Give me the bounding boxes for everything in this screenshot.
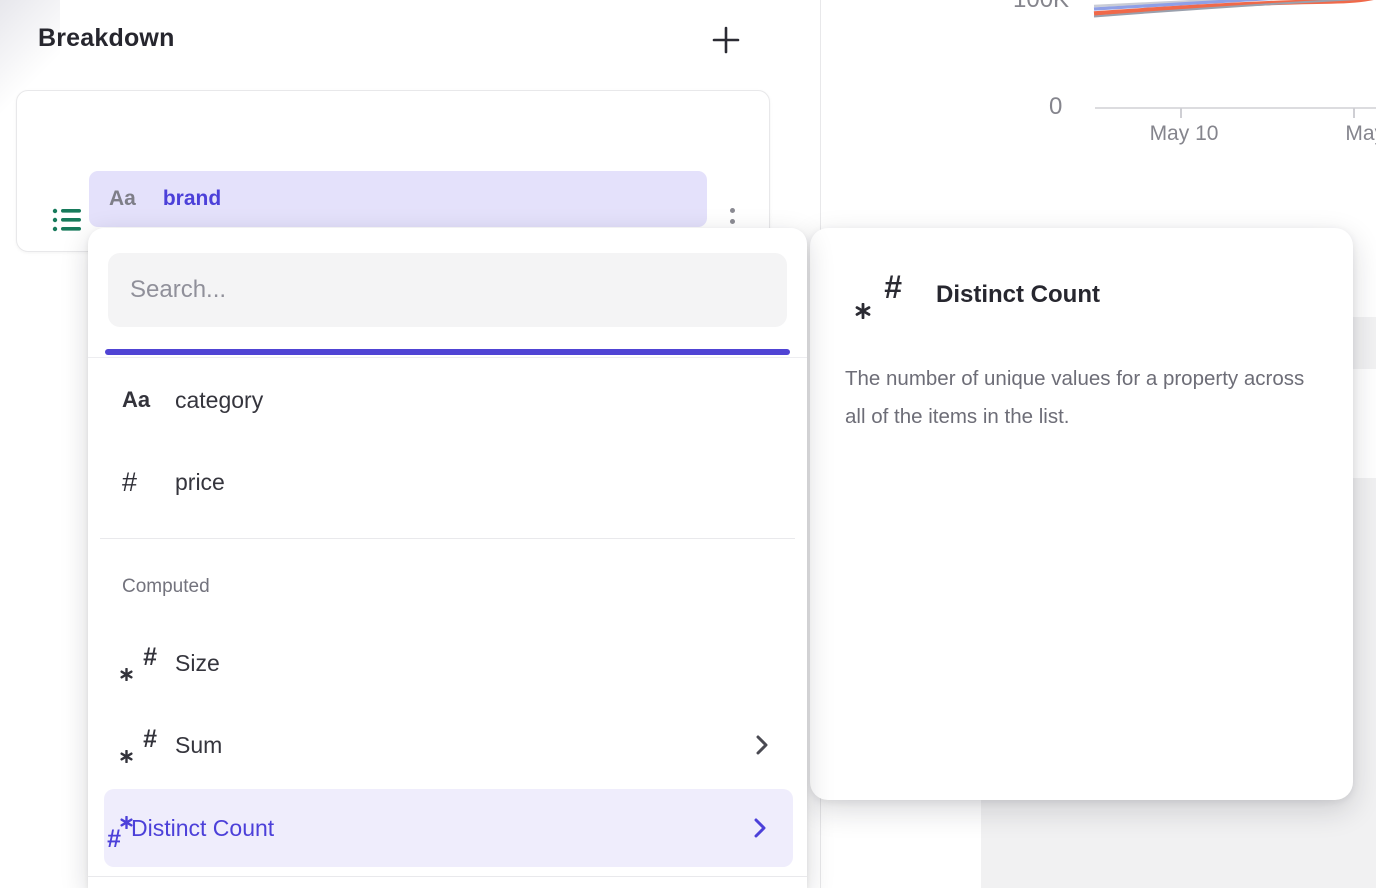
tooltip-title: Distinct Count	[936, 281, 1100, 309]
computed-number-icon: #	[858, 274, 902, 316]
x-axis-label-may-1-clipped: May 1	[1319, 122, 1376, 146]
divider	[88, 357, 807, 358]
chevron-right-icon	[755, 734, 769, 756]
y-axis-label-0: 0	[1049, 93, 1062, 121]
computed-number-icon: #	[122, 646, 158, 680]
active-tab-indicator	[105, 349, 790, 355]
kebab-dot	[730, 208, 735, 213]
kebab-dot	[730, 219, 735, 224]
property-option-category[interactable]: Aa category	[88, 359, 807, 441]
list-icon	[51, 204, 83, 236]
property-option-price[interactable]: # price	[88, 441, 807, 523]
x-axis-tick	[1353, 108, 1355, 118]
property-details-tooltip: # Distinct Count The number of unique va…	[810, 228, 1353, 800]
property-dropdown: Aa category # price Computed # Size #	[88, 228, 807, 888]
insights-report-page: Breakdown cart Aa brand	[0, 0, 1376, 888]
plus-icon	[711, 25, 741, 55]
tooltip-header: # Distinct Count	[858, 274, 1100, 316]
divider	[88, 876, 807, 877]
x-axis-label-may-10: May 10	[1129, 122, 1239, 146]
computed-option-size[interactable]: # Size	[88, 622, 807, 704]
number-type-icon: #	[122, 467, 137, 498]
asterisk-icon	[120, 750, 133, 763]
string-type-icon: Aa	[122, 387, 150, 413]
asterisk-icon	[855, 303, 871, 319]
string-type-icon: Aa	[109, 187, 136, 211]
x-axis-line	[1095, 107, 1376, 109]
selected-property-name: brand	[163, 187, 221, 211]
line-chart	[1091, 0, 1376, 24]
chevron-right-icon	[753, 817, 767, 839]
divider	[100, 538, 795, 539]
asterisk-icon	[120, 816, 133, 829]
asterisk-icon	[120, 668, 133, 681]
search-input[interactable]	[108, 253, 787, 327]
computed-option-distinct-count-selected[interactable]: # Distinct Count	[104, 789, 793, 867]
breakdown-section-title: Breakdown	[38, 24, 175, 53]
selected-property-chip[interactable]: Aa brand	[89, 171, 707, 227]
computed-section-label: Computed	[122, 576, 210, 598]
x-axis-tick	[1180, 108, 1182, 118]
add-breakdown-button[interactable]	[708, 22, 744, 58]
computed-number-icon: #	[122, 728, 158, 762]
computed-option-sum[interactable]: # Sum	[88, 704, 807, 786]
y-axis-label-100k-clipped: 100K	[1013, 0, 1083, 13]
tooltip-description: The number of unique values for a proper…	[845, 360, 1320, 436]
